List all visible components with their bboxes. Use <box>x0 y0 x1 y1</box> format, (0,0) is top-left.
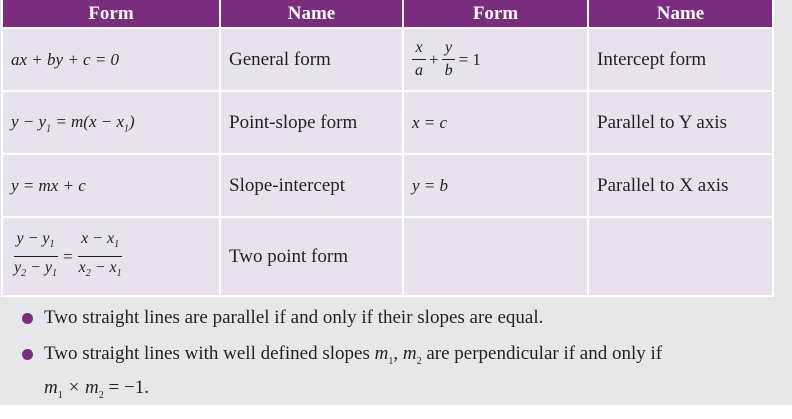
subscript: 1 <box>52 268 58 280</box>
name-cell: Point-slope form <box>219 90 404 155</box>
table-header-row: Form Name Form Name <box>1 0 774 29</box>
page: Form Name Form Name ax + by + c = 0 Gene… <box>0 0 792 405</box>
fraction: xa <box>412 37 426 82</box>
formula-text: x = c <box>412 112 448 132</box>
part: = m(x − x <box>51 111 125 131</box>
math: × m <box>62 376 99 398</box>
header-name: Name <box>219 0 404 29</box>
part: − x <box>90 259 117 276</box>
math: m <box>402 343 417 364</box>
denominator: b <box>444 62 453 79</box>
equals: = <box>63 246 73 266</box>
table-row: y − y1 y2 − y1 = x − x1 x2 − x1 Two point fo… <box>1 216 774 297</box>
part: x − x <box>81 229 115 247</box>
header-form: Form <box>402 0 589 29</box>
formula-two-point: y − y1 y2 − y1 = x − x1 x2 − x1 <box>1 216 221 297</box>
part: y − y <box>11 111 47 131</box>
formula-cell: y = mx + c <box>1 153 221 218</box>
bullet-text: Two straight lines are parallel if and o… <box>44 307 544 328</box>
text: are perpendicular if and only if <box>421 343 663 364</box>
name-cell: Two point form <box>219 216 404 297</box>
text: Two straight lines with well defined slo… <box>44 343 375 364</box>
header-name: Name <box>587 0 774 29</box>
subscript: 1 <box>114 239 120 250</box>
formula-text: y = mx + c <box>11 175 86 195</box>
fraction: x − x1 x2 − x1 <box>76 228 125 285</box>
part: ) <box>129 111 135 131</box>
formula-text: y − y1 = m(x − x1) <box>11 111 135 134</box>
table-row: y − y1 = m(x − x1) Point-slope form x = … <box>1 90 774 155</box>
name-cell: Parallel to X axis <box>587 153 774 218</box>
subscript: 1 <box>116 268 122 280</box>
formula-point-slope: y − y1 = m(x − x1) <box>1 90 221 155</box>
name-cell: Parallel to Y axis <box>587 90 774 155</box>
name-cell: Intercept form <box>587 27 774 92</box>
bullet-item: Two straight lines are parallel if and o… <box>18 305 788 331</box>
bullet-item: Two straight lines with well defined slo… <box>18 341 788 409</box>
formula-general: ax + by + c = 0 <box>1 27 221 92</box>
part: x <box>78 259 86 276</box>
header-form: Form <box>1 0 221 29</box>
line-forms-table: Form Name Form Name ax + by + c = 0 Gene… <box>1 0 774 297</box>
empty-cell <box>587 216 774 297</box>
bullet-list: Two straight lines are parallel if and o… <box>18 305 788 419</box>
formula-text: ax + by + c = 0 <box>11 49 120 69</box>
bullet-dot-icon <box>22 349 33 360</box>
bullet-text: Two straight lines with well defined slo… <box>44 341 662 409</box>
formula-intercept: x a + y b = 1 <box>402 27 589 92</box>
fraction: yb <box>442 37 456 82</box>
numerator: y <box>442 37 456 60</box>
part: y − y <box>16 229 50 247</box>
numerator: x <box>412 37 426 60</box>
denominator: y2 − y1 <box>11 257 60 285</box>
formula-cell: x = c <box>402 90 589 155</box>
denominator: x2 − x1 <box>76 257 125 285</box>
formula-cell: y = b <box>402 153 589 218</box>
text: , <box>393 343 403 364</box>
numerator: x − x1 <box>78 228 123 257</box>
table-row: y = mx + c Slope-intercept y = b Paralle… <box>1 153 774 218</box>
empty-cell <box>402 216 589 297</box>
bullet-dot-icon <box>22 313 33 324</box>
math: = −1. <box>103 376 149 398</box>
table-row: ax + by + c = 0 General form x a + y b = 1 In… <box>1 27 774 92</box>
plus: + <box>429 49 439 69</box>
subscript: 1 <box>49 239 55 250</box>
formula-text: y = b <box>412 175 449 195</box>
rhs: = 1 <box>458 49 481 69</box>
numerator: y − y1 <box>13 228 58 257</box>
name-cell: Slope-intercept <box>219 153 404 218</box>
math: m <box>44 376 58 398</box>
math: m <box>374 343 389 364</box>
fraction: y − y1 y2 − y1 <box>11 228 60 285</box>
denominator: a <box>415 62 423 79</box>
name-cell: General form <box>219 27 404 92</box>
part: − y <box>26 259 53 276</box>
